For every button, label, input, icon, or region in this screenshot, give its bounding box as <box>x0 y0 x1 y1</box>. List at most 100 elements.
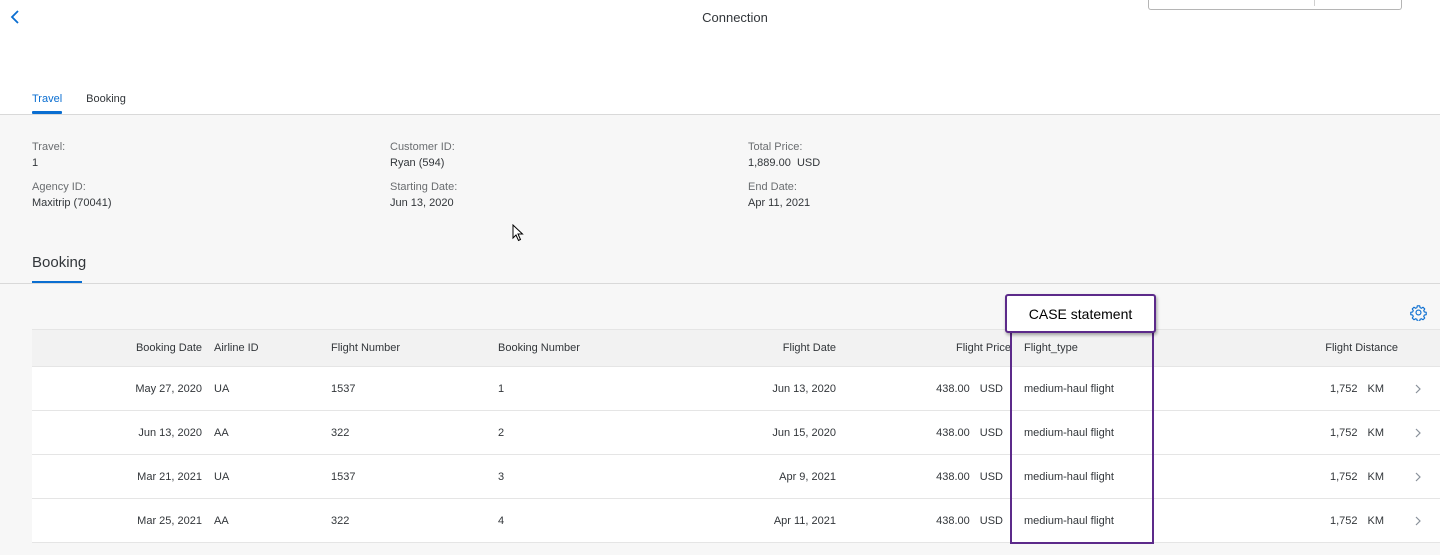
customer-label: Customer ID: <box>390 141 455 153</box>
flight-date-cell: Apr 9, 2021 <box>779 470 836 483</box>
chevron-right-icon <box>1415 472 1421 481</box>
booking-table: Booking Date Airline ID Flight Number Bo… <box>32 329 1440 543</box>
booking-number-cell: 4 <box>498 514 505 527</box>
column-header-flight-date[interactable]: Flight Date <box>632 330 836 366</box>
agency-value: Maxitrip (70041) <box>32 197 112 209</box>
chevron-right-icon <box>1415 428 1421 437</box>
flight-distance-cell: 1,752 KM <box>1232 499 1384 542</box>
column-header-booking-date[interactable]: Booking Date <box>32 330 202 366</box>
price-amount: 438.00 <box>936 382 970 395</box>
flight-date-cell: Jun 13, 2020 <box>772 382 836 395</box>
section-divider <box>0 283 1440 284</box>
field-end-date: End Date: Apr 11, 2021 <box>748 180 810 210</box>
total-price-label: Total Price: <box>748 141 803 153</box>
total-price-amount: 1,889.00 <box>748 157 791 169</box>
case-statement-callout: CASE statement <box>1005 294 1156 333</box>
airline-id-cell: AA <box>214 514 229 527</box>
search-field[interactable] <box>1148 0 1402 10</box>
agency-label: Agency ID: <box>32 181 86 193</box>
flight-number-cell: 1537 <box>331 382 356 395</box>
flight-type-cell: medium-haul flight <box>1024 426 1114 439</box>
flight-type-cell: medium-haul flight <box>1024 470 1114 483</box>
price-amount: 438.00 <box>936 426 970 439</box>
flight-distance-cell: 1,752 KM <box>1232 411 1384 454</box>
end-date-label: End Date: <box>748 181 797 193</box>
field-starting-date: Starting Date: Jun 13, 2020 <box>390 180 457 210</box>
price-currency: USD <box>979 470 1003 483</box>
field-total-price: Total Price: 1,889.00 USD <box>748 140 820 170</box>
tab-travel[interactable]: Travel <box>32 90 63 115</box>
gear-icon[interactable] <box>1410 304 1427 321</box>
customer-value: Ryan (594) <box>390 157 445 169</box>
page-title: Connection <box>702 10 768 25</box>
row-navigation[interactable] <box>1415 411 1421 454</box>
column-header-flight-type[interactable]: Flight_type <box>1024 330 1078 366</box>
flight-number-cell: 1537 <box>331 470 356 483</box>
row-navigation[interactable] <box>1415 455 1421 498</box>
airline-id-cell: UA <box>214 470 230 483</box>
distance-value: 1,752 <box>1329 470 1358 483</box>
booking-number-cell: 1 <box>498 382 505 395</box>
distance-unit: KM <box>1367 382 1385 395</box>
starting-date-value: Jun 13, 2020 <box>390 197 454 209</box>
flight-number-cell: 322 <box>331 514 350 527</box>
flight-type-cell: medium-haul flight <box>1024 514 1114 527</box>
distance-value: 1,752 <box>1329 382 1358 395</box>
flight-date-cell: Apr 11, 2021 <box>773 514 836 527</box>
distance-value: 1,752 <box>1329 426 1358 439</box>
price-currency: USD <box>979 382 1003 395</box>
price-amount: 438.00 <box>936 470 970 483</box>
airline-id-cell: UA <box>214 382 230 395</box>
column-header-airline-id[interactable]: Airline ID <box>214 330 259 366</box>
field-agency-id: Agency ID: Maxitrip (70041) <box>32 180 111 210</box>
table-header: Booking Date Airline ID Flight Number Bo… <box>32 329 1440 367</box>
table-row[interactable]: Jun 13, 2020 AA 322 2 Jun 15, 2020 438.0… <box>32 411 1440 455</box>
price-currency: USD <box>979 426 1003 439</box>
booking-date-cell: Jun 13, 2020 <box>138 426 202 439</box>
end-date-value: Apr 11, 2021 <box>748 197 811 209</box>
airline-id-cell: AA <box>214 426 229 439</box>
field-customer-id: Customer ID: Ryan (594) <box>390 140 455 170</box>
column-header-flight-distance[interactable]: Flight Distance <box>1232 330 1398 366</box>
flight-price-cell: 438.00 USD <box>892 499 1003 542</box>
flight-price-cell: 438.00 USD <box>892 367 1003 410</box>
distance-unit: KM <box>1367 426 1385 439</box>
total-price-value: 1,889.00 USD <box>748 156 820 170</box>
column-header-flight-price[interactable]: Flight Price <box>892 330 1011 366</box>
starting-date-label: Starting Date: <box>390 181 458 193</box>
table-row[interactable]: Mar 21, 2021 UA 1537 3 Apr 9, 2021 438.0… <box>32 455 1440 499</box>
flight-date-cell: Jun 15, 2020 <box>772 426 836 439</box>
booking-date-cell: Mar 21, 2021 <box>137 470 202 483</box>
table-row[interactable]: Mar 25, 2021 AA 322 4 Apr 11, 2021 438.0… <box>32 499 1440 543</box>
object-page-header: Connection Travel Booking <box>0 0 1440 115</box>
search-divider <box>1314 0 1315 6</box>
booking-number-cell: 3 <box>498 470 505 483</box>
tab-booking[interactable]: Booking <box>86 90 126 115</box>
distance-unit: KM <box>1367 470 1385 483</box>
flight-distance-cell: 1,752 KM <box>1232 367 1384 410</box>
booking-section-title: Booking <box>32 254 87 271</box>
flight-type-cell: medium-haul flight <box>1024 382 1114 395</box>
price-currency: USD <box>979 514 1003 527</box>
chevron-right-icon <box>1415 384 1421 393</box>
flight-price-cell: 438.00 USD <box>892 411 1003 454</box>
travel-label: Travel: <box>32 141 66 153</box>
travel-value: 1 <box>32 157 39 169</box>
booking-number-cell: 2 <box>498 426 505 439</box>
booking-date-cell: Mar 25, 2021 <box>137 514 202 527</box>
price-amount: 438.00 <box>936 514 970 527</box>
column-header-flight-number[interactable]: Flight Number <box>331 330 400 366</box>
distance-value: 1,752 <box>1329 514 1358 527</box>
column-header-booking-number[interactable]: Booking Number <box>498 330 580 366</box>
row-navigation[interactable] <box>1415 367 1421 410</box>
mouse-cursor-icon <box>512 224 524 242</box>
tab-bar: Travel Booking <box>32 90 126 115</box>
row-navigation[interactable] <box>1415 499 1421 542</box>
distance-unit: KM <box>1367 514 1385 527</box>
total-price-currency: USD <box>796 157 821 169</box>
flight-distance-cell: 1,752 KM <box>1232 455 1384 498</box>
flight-number-cell: 322 <box>331 426 350 439</box>
flight-price-cell: 438.00 USD <box>892 455 1003 498</box>
table-row[interactable]: May 27, 2020 UA 1537 1 Jun 13, 2020 438.… <box>32 367 1440 411</box>
booking-date-cell: May 27, 2020 <box>135 382 202 395</box>
